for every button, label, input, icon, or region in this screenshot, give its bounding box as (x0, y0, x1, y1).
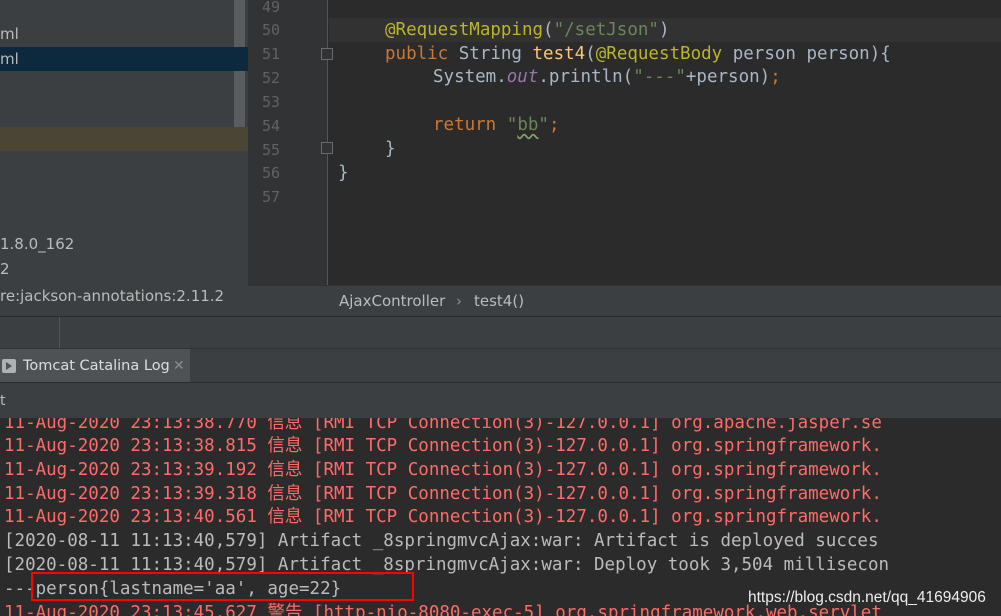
code-line-54: return "bb"; (433, 113, 559, 137)
log-line: [2020-08-11 11:13:40,579] Artifact _8spr… (4, 531, 879, 551)
method-name-token: test4 (532, 44, 586, 64)
tab-tomcat-catalina-log[interactable]: Tomcat Catalina Log ✕ (0, 349, 190, 383)
line-number: 52 (261, 69, 280, 87)
divider (59, 317, 60, 349)
keyword-token: return (433, 115, 497, 135)
field-token: out (506, 67, 539, 87)
code-token: ; (770, 67, 781, 87)
code-line-52: System.out.println("---"+person); (433, 65, 781, 89)
code-token: System. (433, 67, 507, 87)
tree-item-label: 1.8.0_162 (0, 235, 75, 253)
tab-label: Tomcat Catalina Log (23, 358, 170, 374)
tree-item-label: re:jackson-annotations:2.11.2 (0, 287, 225, 305)
log-line: 11-Aug-2020 23:13:40.561 信息 [RMI TCP Con… (4, 507, 882, 527)
code-line-55: } (385, 139, 396, 159)
tree-item-library[interactable]: re:jackson-annotations:2.11.2 (0, 284, 248, 308)
line-number: 53 (261, 93, 280, 111)
line-number: 49 (261, 0, 280, 16)
log-line: 11-Aug-2020 23:13:38.770 信息 [RMI TCP Con… (4, 418, 882, 433)
highlight-annotation-box (31, 572, 414, 601)
tree-item-selected[interactable]: ml (0, 47, 248, 71)
tree-item-label: 2 (0, 260, 10, 278)
string-token: "---" (633, 67, 686, 87)
console-toolbar: t (0, 382, 1001, 418)
tree-item-jdk[interactable]: 1.8.0_162 (0, 232, 248, 256)
code-line-50: @RequestMapping("/setJson") (385, 18, 670, 42)
console-toolbar-label: t (0, 393, 6, 409)
string-token: "/setJson" (553, 20, 659, 40)
code-token: ( (585, 44, 596, 64)
annotation-token: @RequestMapping (385, 20, 544, 40)
line-number: 56 (261, 164, 280, 182)
line-number: 54 (261, 117, 280, 135)
breadcrumb-item-method[interactable]: test4() (474, 286, 524, 317)
tree-item-label: ml (0, 50, 19, 68)
watermark-text: https://blog.csdn.net/qq_41694906 (748, 589, 986, 606)
tree-item[interactable]: 2 (0, 257, 248, 281)
code-token: String (448, 44, 533, 64)
fold-marker-icon[interactable] (321, 142, 333, 154)
code-editor[interactable]: 49 50 51 52 53 54 55 56 57 @RequestMappi… (248, 0, 1001, 285)
line-number: 55 (261, 141, 280, 159)
code-line-56: } (338, 163, 349, 183)
log-line: 11-Aug-2020 23:13:39.192 信息 [RMI TCP Con… (4, 460, 882, 480)
breadcrumb: AjaxController › test4() (248, 285, 1001, 316)
tree-item-label: ml (0, 25, 19, 43)
log-line: 11-Aug-2020 23:13:39.318 信息 [RMI TCP Con… (4, 484, 882, 504)
code-token: .println( (538, 67, 634, 87)
string-token: " (506, 115, 518, 135)
string-token: bb (517, 115, 539, 135)
code-token: ( (543, 20, 554, 40)
log-line: 11-Aug-2020 23:13:38.815 信息 [RMI TCP Con… (4, 436, 882, 456)
tree-item[interactable]: ml (0, 22, 248, 46)
breadcrumb-item-class[interactable]: AjaxController (339, 286, 445, 317)
string-token: " (538, 115, 549, 135)
line-number: 51 (261, 45, 280, 63)
code-token: person person){ (722, 44, 891, 64)
project-panel: ml ml 1.8.0_162 2 re:jackson-annotations… (0, 0, 248, 316)
code-token: ) (658, 20, 670, 40)
log-tab-icon (2, 359, 16, 373)
annotation-token: @RequestBody (595, 44, 723, 64)
code-line-51: public String test4(@RequestBody person … (385, 42, 891, 66)
console-output[interactable]: 11-Aug-2020 23:13:38.770 信息 [RMI TCP Con… (0, 418, 1001, 616)
tool-window-tabs: Tomcat Catalina Log ✕ (0, 348, 1001, 383)
tree-item-highlighted[interactable] (0, 127, 248, 151)
editor-gutter: 49 50 51 52 53 54 55 56 57 (248, 0, 333, 285)
code-token: ; (548, 115, 560, 135)
code-token: +person) (685, 67, 771, 87)
fold-marker-icon[interactable] (321, 48, 333, 60)
line-number: 57 (261, 188, 280, 206)
keyword-token: public (385, 44, 449, 64)
line-number: 50 (261, 21, 280, 39)
panel-splitter[interactable] (0, 316, 1001, 349)
breadcrumb-separator-icon: › (456, 292, 462, 310)
close-icon[interactable]: ✕ (173, 349, 185, 383)
